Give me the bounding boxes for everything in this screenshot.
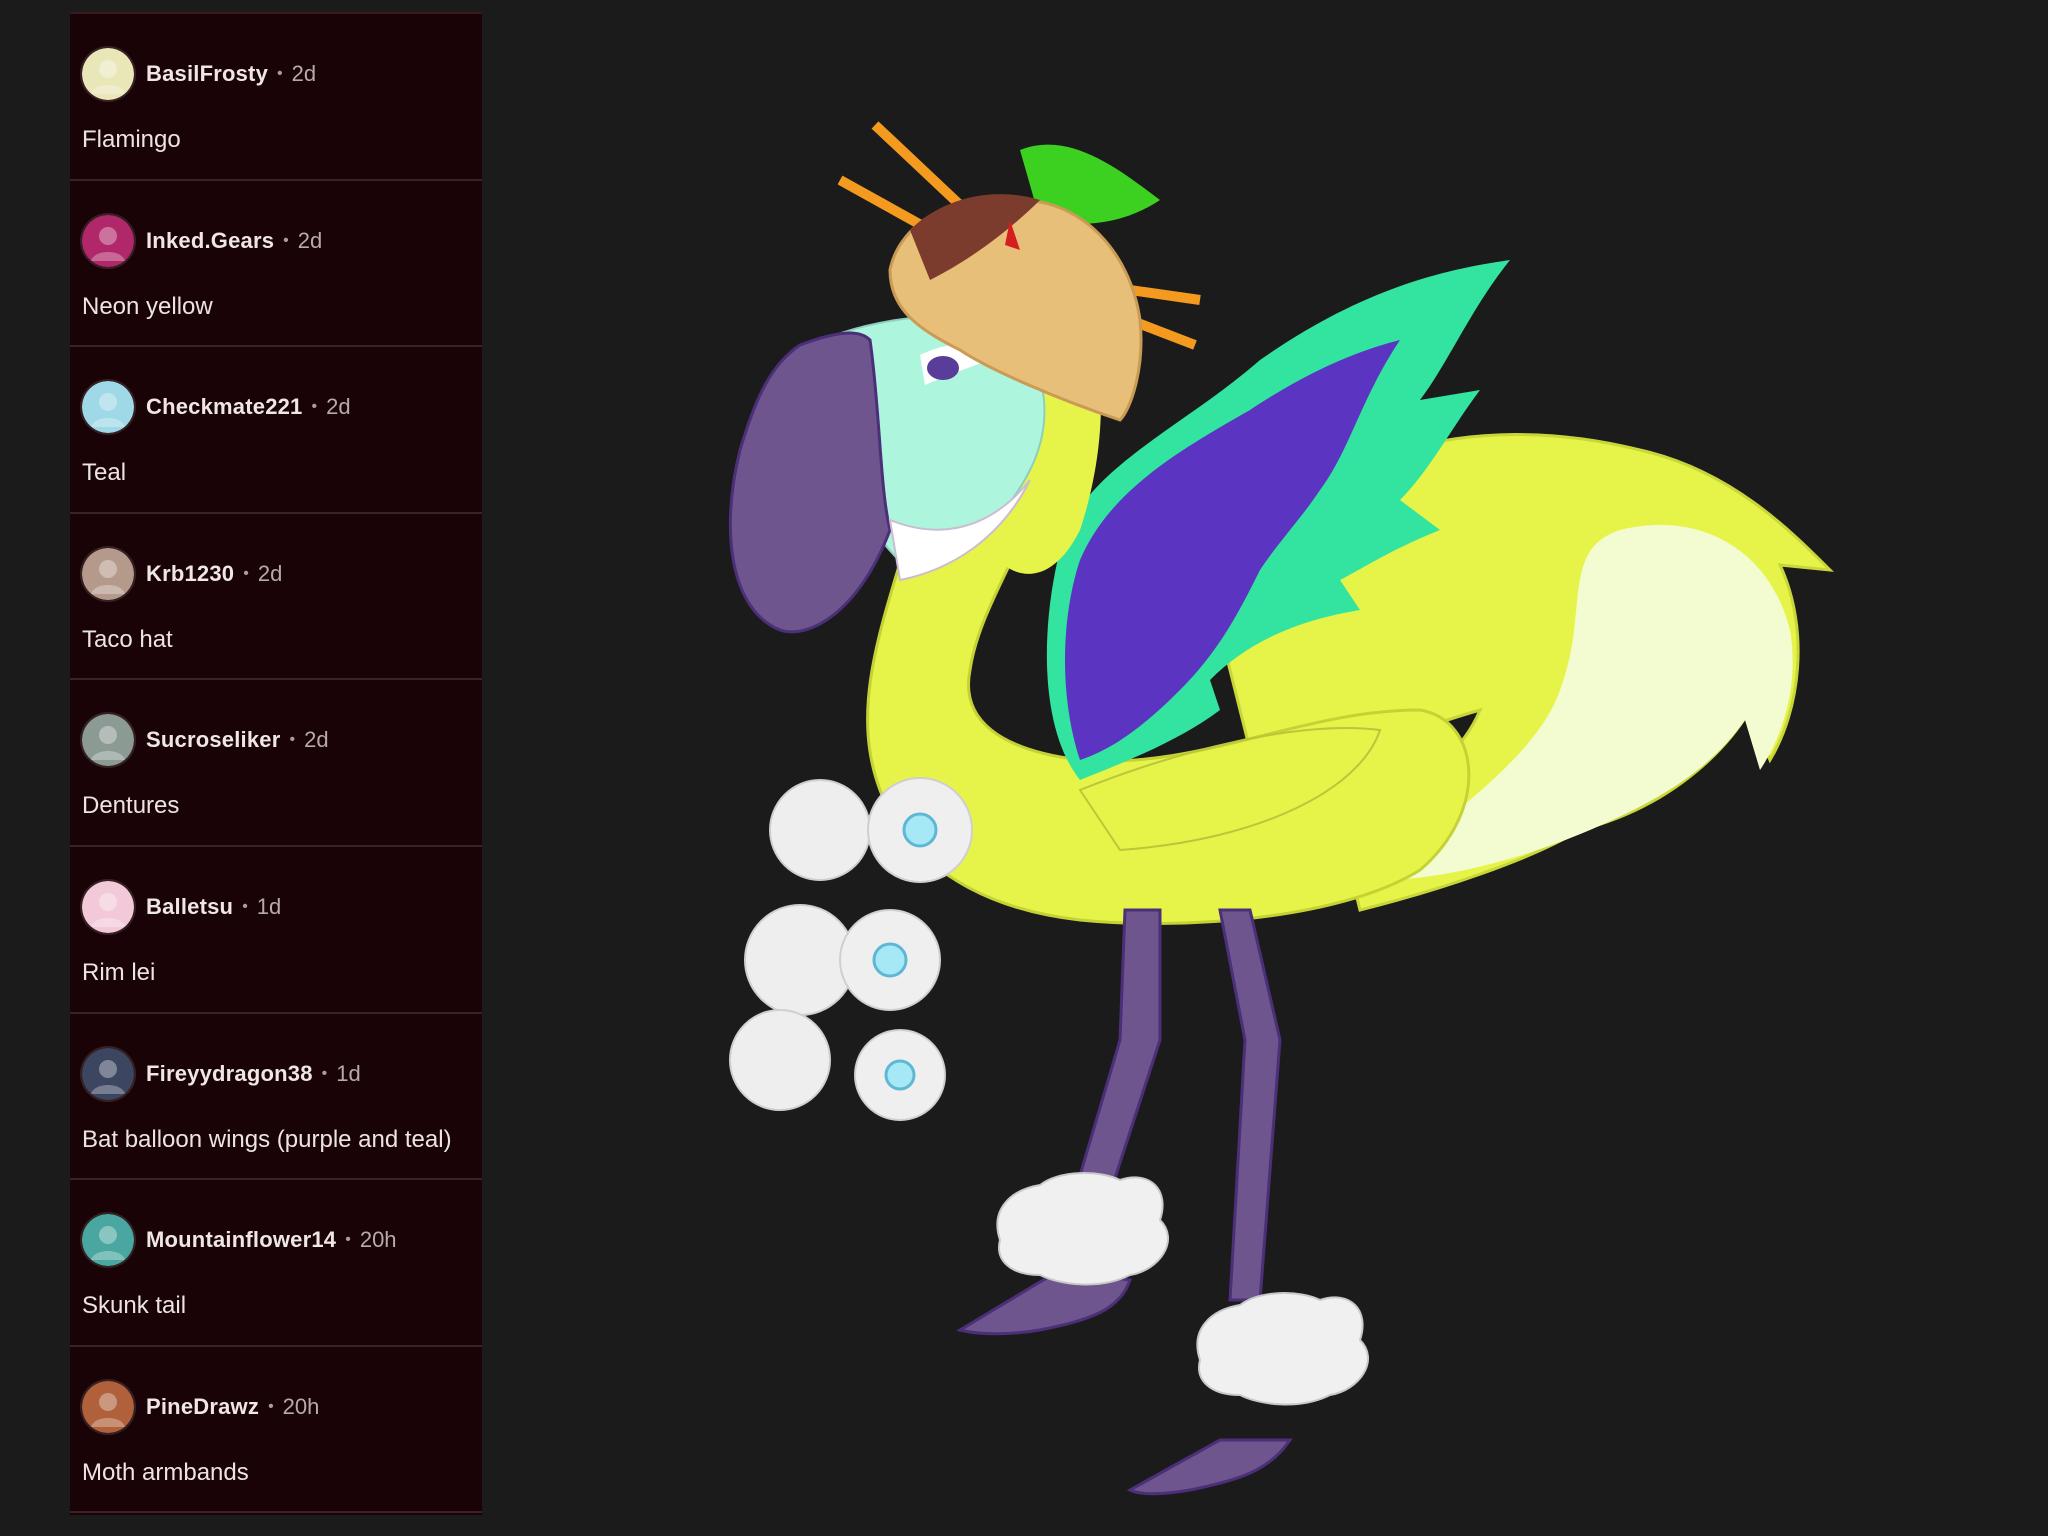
comment-header: Checkmate221 • 2d [82, 379, 351, 435]
user-avatar-icon[interactable] [82, 48, 134, 100]
comment-item[interactable]: Fireyydragon38 • 1d Bat balloon wings (p… [70, 1014, 482, 1181]
comment-username[interactable]: Inked.Gears [146, 228, 274, 254]
comment-username[interactable]: BasilFrosty [146, 61, 268, 87]
comment-timestamp: 2d [291, 61, 317, 86]
comment-timestamp: 2d [297, 227, 323, 253]
user-avatar-icon[interactable] [82, 1214, 134, 1267]
comment-text: Moth armbands [82, 1458, 249, 1486]
comment-item[interactable]: Sucroseliker • 2d Dentures [70, 680, 482, 847]
comment-username[interactable]: Mountainflower14 [146, 1227, 336, 1253]
user-avatar-icon[interactable] [82, 880, 134, 933]
comment-timestamp: 2d [326, 394, 351, 420]
comment-item[interactable]: PineDrawz • 20h Moth armbands [70, 1347, 482, 1514]
separator-dot: • [242, 897, 248, 915]
comment-text: Teal [82, 459, 127, 487]
comment-header: Mountainflower14 • 20h [82, 1212, 397, 1268]
comment-username[interactable]: Checkmate221 [146, 394, 303, 420]
comment-item[interactable]: Balletsu • 1d Rim lei [70, 847, 482, 1014]
separator-dot: • [243, 564, 249, 582]
comment-text: Taco hat [82, 625, 173, 653]
comment-header: Krb1230 • 2d [82, 546, 282, 602]
comment-header: Sucroseliker • 2d [82, 712, 329, 768]
comment-username[interactable]: Balletsu [146, 894, 233, 920]
comment-item[interactable]: BasilFrosty • 2d Flamingo [70, 14, 482, 181]
comment-text: Dentures [82, 792, 180, 820]
user-avatar-icon[interactable] [82, 214, 134, 267]
comment-username[interactable]: Fireyydragon38 [146, 1061, 313, 1087]
comment-text: Flamingo [82, 126, 181, 153]
comment-timestamp: 2d [304, 727, 329, 753]
separator-dot: • [268, 1397, 274, 1415]
comment-timestamp: 1d [336, 1060, 361, 1086]
separator-dot: • [345, 1231, 351, 1249]
comment-timestamp: 1d [256, 893, 282, 919]
comment-text: Rim lei [82, 958, 156, 986]
comment-timestamp: 20h [282, 1393, 320, 1419]
comment-timestamp: 20h [359, 1227, 397, 1253]
user-avatar-icon[interactable] [82, 547, 134, 600]
comment-username[interactable]: Sucroseliker [146, 727, 280, 753]
user-avatar-icon[interactable] [82, 381, 134, 434]
user-avatar-icon[interactable] [82, 1047, 134, 1100]
comment-item[interactable]: Mountainflower14 • 20h Skunk tail [70, 1180, 482, 1347]
user-avatar-icon[interactable] [82, 714, 134, 767]
comment-header: PineDrawz • 20h [82, 1379, 319, 1435]
comment-text: Skunk tail [82, 1292, 187, 1320]
comment-item[interactable]: Krb1230 • 2d Taco hat [70, 514, 482, 681]
comment-header: BasilFrosty • 2d [82, 46, 316, 102]
separator-dot: • [311, 398, 318, 416]
comment-list: BasilFrosty • 2d Flamingo Inked.Gears • … [70, 12, 482, 1515]
comment-text: Neon yellow [82, 292, 213, 320]
comment-header: Inked.Gears • 2d [82, 213, 322, 269]
comment-header: Balletsu • 1d [82, 879, 281, 935]
comment-username[interactable]: PineDrawz [146, 1394, 259, 1420]
rim-lei [729, 777, 973, 1121]
separator-dot: • [277, 65, 283, 82]
character-artwork [728, 121, 1835, 1496]
comment-item[interactable]: Checkmate221 • 2d Teal [70, 347, 482, 514]
comment-username[interactable]: Krb1230 [146, 561, 234, 587]
comment-text: Bat balloon wings (purple and teal) [82, 1125, 452, 1153]
separator-dot: • [321, 1064, 328, 1082]
comment-item[interactable]: Inked.Gears • 2d Neon yellow [70, 181, 482, 348]
user-avatar-icon[interactable] [82, 1380, 134, 1433]
comment-timestamp: 2d [257, 560, 283, 586]
comment-header: Fireyydragon38 • 1d [82, 1046, 361, 1102]
separator-dot: • [283, 231, 289, 249]
separator-dot: • [289, 731, 296, 749]
